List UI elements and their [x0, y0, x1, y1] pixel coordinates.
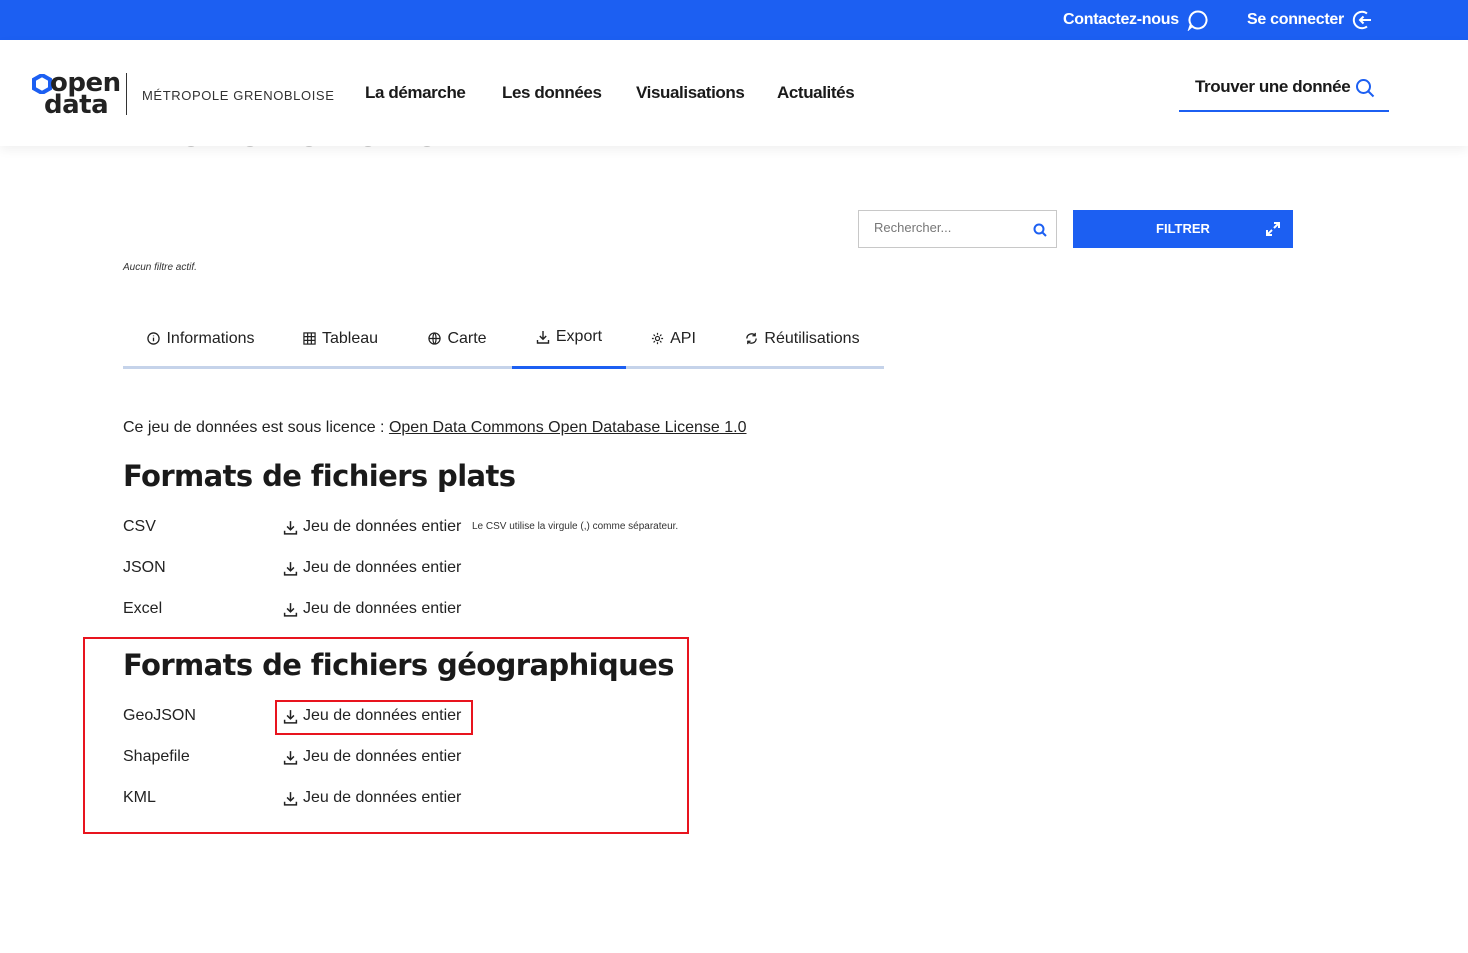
licence-link[interactable]: Open Data Commons Open Database License …	[389, 419, 747, 436]
find-dataset-label: Trouver une donnée	[1195, 77, 1351, 96]
opendata-logo[interactable]: open data	[32, 70, 121, 120]
flat-formats-heading: Formats de fichiers plats	[123, 459, 516, 493]
dataset-tabs: Informations Tableau Carte Export API Ré…	[123, 308, 884, 369]
download-shapefile-link[interactable]: Jeu de données entier	[283, 748, 461, 766]
globe-icon	[428, 332, 442, 345]
nav-les-donnees[interactable]: Les données	[502, 83, 602, 103]
login-link[interactable]: Se connecter	[1247, 0, 1374, 40]
tab-label: Export	[555, 328, 603, 345]
contact-link[interactable]: Contactez-nous	[1063, 0, 1209, 40]
filter-button-label: FILTRER	[1156, 221, 1210, 236]
logo-text-data: data	[44, 90, 109, 120]
licence-prefix: Ce jeu de données est sous licence :	[123, 419, 389, 436]
download-csv-link[interactable]: Jeu de données entier	[283, 518, 461, 536]
format-name-csv: CSV	[123, 518, 156, 535]
filter-button[interactable]: FILTRER	[1073, 210, 1293, 248]
nav-actualites[interactable]: Actualités	[777, 83, 855, 103]
active-filters-status: Aucun filtre actif.	[123, 262, 197, 273]
logo-subtitle: MÉTROPOLE GRENOBLOISE	[142, 88, 335, 103]
download-json-link[interactable]: Jeu de données entier	[283, 559, 461, 577]
download-link-label: Jeu de données entier	[303, 600, 462, 617]
download-icon	[283, 791, 298, 806]
geo-formats-heading: Formats de fichiers géographiques	[123, 648, 675, 682]
logo-divider	[126, 73, 127, 115]
search-icon[interactable]	[1033, 223, 1047, 237]
search-input[interactable]	[874, 220, 1024, 235]
download-icon	[283, 709, 298, 724]
format-name-geojson: GeoJSON	[123, 707, 196, 724]
nav-visualisations[interactable]: Visualisations	[636, 83, 745, 103]
tab-informations[interactable]: Informations	[123, 308, 279, 369]
download-link-label: Jeu de données entier	[303, 559, 462, 576]
download-icon	[283, 520, 298, 535]
tab-carte[interactable]: Carte	[402, 308, 513, 369]
licence-line: Ce jeu de données est sous licence : Ope…	[123, 419, 747, 437]
format-name-json: JSON	[123, 559, 166, 576]
top-bar: Contactez-nous Se connecter	[0, 0, 1468, 40]
table-grid-icon	[303, 332, 316, 345]
download-icon	[283, 750, 298, 765]
tab-label: API	[670, 329, 696, 347]
tab-api[interactable]: API	[626, 308, 721, 369]
find-dataset-button[interactable]: Trouver une donnée	[1179, 68, 1389, 112]
login-arrow-icon	[1352, 10, 1371, 30]
login-label: Se connecter	[1247, 11, 1344, 28]
tab-label: Carte	[447, 329, 487, 347]
gear-icon	[652, 332, 664, 345]
tab-export[interactable]: Export	[512, 308, 626, 369]
format-name-shapefile: Shapefile	[123, 748, 190, 765]
tab-tableau[interactable]: Tableau	[279, 308, 402, 369]
download-link-label: Jeu de données entier	[303, 748, 462, 765]
download-geojson-link[interactable]: Jeu de données entier	[283, 707, 461, 725]
download-icon	[536, 331, 550, 344]
site-header: open data MÉTROPOLE GRENOBLOISE La démar…	[0, 40, 1468, 146]
expand-icon	[1266, 222, 1280, 236]
csv-separator-note: Le CSV utilise la virgule (,) comme sépa…	[472, 521, 679, 532]
download-icon	[283, 561, 298, 576]
contact-label: Contactez-nous	[1063, 11, 1179, 28]
tab-label: Informations	[166, 329, 255, 347]
tab-reutilisations[interactable]: Réutilisations	[721, 308, 884, 369]
refresh-icon	[746, 332, 758, 345]
download-link-label: Jeu de données entier	[303, 789, 462, 806]
download-excel-link[interactable]: Jeu de données entier	[283, 600, 461, 618]
nav-la-demarche[interactable]: La démarche	[365, 83, 466, 103]
search-field[interactable]	[858, 210, 1057, 248]
tab-label: Tableau	[321, 329, 379, 347]
download-icon	[283, 602, 298, 617]
download-kml-link[interactable]: Jeu de données entier	[283, 789, 461, 807]
format-name-excel: Excel	[123, 600, 163, 617]
info-circle-icon	[147, 332, 161, 345]
download-link-label: Jeu de données entier	[303, 518, 462, 535]
format-name-kml: KML	[123, 789, 156, 806]
tab-label: Réutilisations	[764, 329, 860, 347]
download-link-label: Jeu de données entier	[303, 707, 462, 724]
search-icon	[1356, 79, 1375, 98]
chat-bubble-icon	[1187, 10, 1208, 31]
